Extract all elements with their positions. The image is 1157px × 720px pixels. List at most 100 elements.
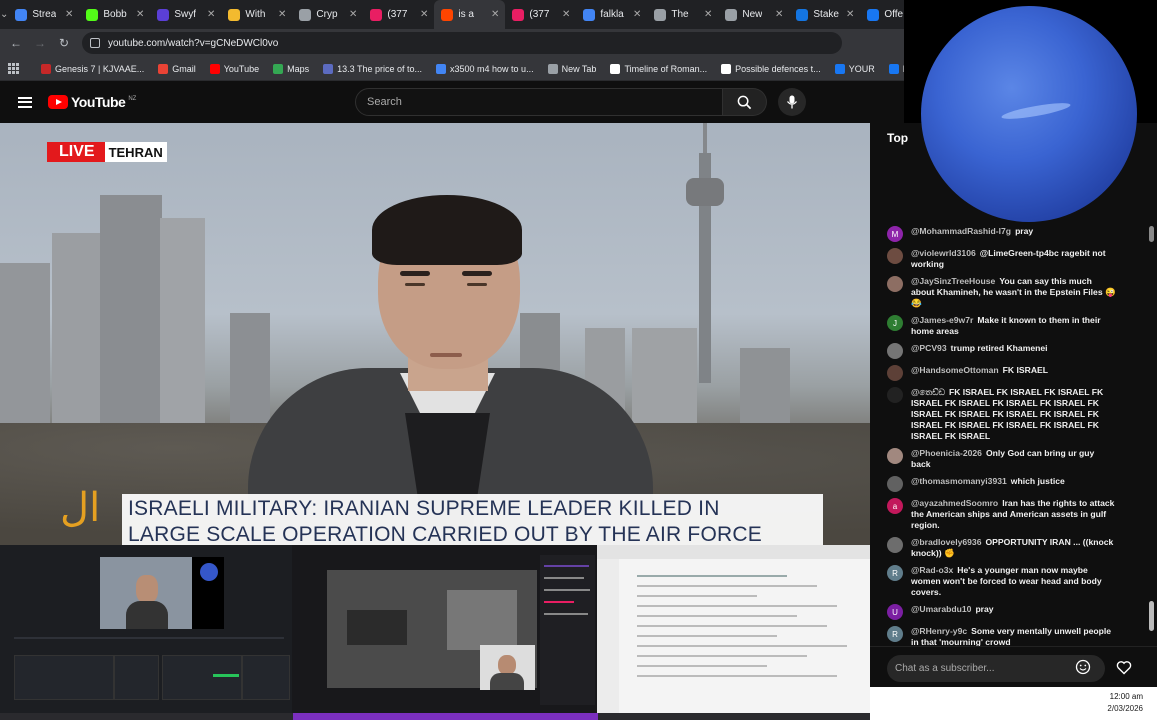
bookmark-item[interactable]: Gmail xyxy=(158,63,196,74)
bookmark-item[interactable]: Timeline of Roman... xyxy=(610,63,707,74)
bookmark-item[interactable]: 13.3 The price of to... xyxy=(323,63,422,74)
avatar[interactable] xyxy=(887,365,903,381)
chat-author[interactable]: @Phoenicia-2026 xyxy=(911,448,982,458)
browser-tab[interactable]: New ✕ xyxy=(718,0,789,29)
chat-author[interactable]: @PCV93 xyxy=(911,343,947,353)
chat-author[interactable]: @RHenry-y9c xyxy=(911,626,967,636)
scrollbar-thumb[interactable] xyxy=(1149,601,1154,631)
browser-tab[interactable]: Strea ✕ xyxy=(8,0,79,29)
close-tab-icon[interactable]: ✕ xyxy=(633,9,641,20)
voice-search-button[interactable] xyxy=(778,88,806,116)
search-input[interactable]: Search xyxy=(355,88,723,116)
close-tab-icon[interactable]: ✕ xyxy=(775,9,783,20)
avatar[interactable] xyxy=(887,248,903,264)
chat-author[interactable]: @James-e9w7r xyxy=(911,315,973,325)
browser-tab[interactable]: (377 ✕ xyxy=(505,0,576,29)
youtube-logo[interactable]: YouTube NZ xyxy=(48,94,136,110)
chat-author[interactable]: @JaySinzTreeHouse xyxy=(911,276,995,286)
tab-search-icon[interactable]: ⌄ xyxy=(0,9,8,20)
bookmark-item[interactable]: Facebook green xyxy=(888,63,904,74)
chat-author[interactable]: @ayazahmedSoomro xyxy=(911,498,998,508)
bookmark-item[interactable]: Maps xyxy=(273,63,309,74)
browser-tab[interactable]: Cryp ✕ xyxy=(292,0,363,29)
chat-author[interactable]: @Umarabdu10 xyxy=(911,604,971,614)
chat-message[interactable]: @JaySinzTreeHouse You can say this much a… xyxy=(870,273,1150,312)
chat-message[interactable]: @violewrld3106 @LimeGreen-tp4bc ragebit n… xyxy=(870,245,1150,273)
video-player[interactable]: LIVE TEHRAN ﺍﻝ ISRAELI MILITARY: IRANIAN… xyxy=(0,123,870,548)
chat-author[interactable]: @Rad-o3x xyxy=(911,565,953,575)
browser-tab[interactable]: With ✕ xyxy=(221,0,292,29)
chat-author[interactable]: @thomasmomanyi3931 xyxy=(911,476,1007,486)
chat-message[interactable]: @PCV93 trump retired Khamenei xyxy=(870,340,1150,362)
browser-tab[interactable]: falkla ✕ xyxy=(576,0,647,29)
close-tab-icon[interactable]: ✕ xyxy=(278,9,286,20)
browser-tab[interactable]: Swyf ✕ xyxy=(150,0,221,29)
close-tab-icon[interactable]: ✕ xyxy=(420,9,428,20)
chat-scrollbar[interactable] xyxy=(1149,226,1155,636)
chat-author[interactable]: @HandsomeOttoman xyxy=(911,365,999,375)
avatar[interactable]: R xyxy=(887,565,903,581)
close-tab-icon[interactable]: ✕ xyxy=(349,9,357,20)
close-tab-icon[interactable]: ✕ xyxy=(136,9,144,20)
close-tab-icon[interactable]: ✕ xyxy=(65,9,73,20)
bookmark-item[interactable]: Possible defences t... xyxy=(721,63,821,74)
avatar[interactable] xyxy=(887,537,903,553)
site-info-icon[interactable] xyxy=(90,38,100,48)
chat-message[interactable]: @තෙඩ්ඩ FK ISRAEL FK ISRAEL FK ISRAEL FK I… xyxy=(870,384,1150,445)
chat-author[interactable]: @තෙඩ්ඩ xyxy=(911,387,945,397)
close-tab-icon[interactable]: ✕ xyxy=(704,9,712,20)
chat-message[interactable]: M @MohammadRashid-l7g pray xyxy=(870,223,1150,245)
chat-message[interactable]: J @James-e9w7r Make it known to them in th… xyxy=(870,312,1150,340)
apps-icon[interactable] xyxy=(8,62,19,75)
bookmark-item[interactable]: x3500 m4 how to u... xyxy=(436,63,534,74)
avatar[interactable]: J xyxy=(887,315,903,331)
chat-message[interactable]: R @Rad-o3x He's a younger man now maybe wo… xyxy=(870,562,1150,601)
avatar[interactable] xyxy=(887,476,903,492)
avatar[interactable] xyxy=(887,448,903,464)
emoji-icon[interactable] xyxy=(1075,659,1091,675)
chat-mode-label[interactable]: Top xyxy=(887,131,908,145)
chat-message[interactable]: @HandsomeOttoman FK ISRAEL xyxy=(870,362,1150,384)
avatar[interactable]: R xyxy=(887,626,903,642)
chat-message-content: @violewrld3106 @LimeGreen-tp4bc ragebit n… xyxy=(911,248,1116,270)
close-tab-icon[interactable]: ✕ xyxy=(491,9,499,20)
avatar[interactable] xyxy=(887,276,903,292)
close-tab-icon[interactable]: ✕ xyxy=(207,9,215,20)
close-tab-icon[interactable]: ✕ xyxy=(846,9,854,20)
avatar[interactable]: a xyxy=(887,498,903,514)
browser-tab[interactable]: (377 ✕ xyxy=(363,0,434,29)
browser-tab[interactable]: Stake ✕ xyxy=(789,0,860,29)
heart-icon[interactable] xyxy=(1116,660,1132,675)
bookmark-item[interactable]: YOUR xyxy=(834,63,875,74)
scrollbar-top[interactable] xyxy=(1149,226,1154,242)
chat-author[interactable]: @MohammadRashid-l7g xyxy=(911,226,1011,236)
avatar[interactable]: U xyxy=(887,604,903,620)
tab-favicon-icon xyxy=(86,8,99,21)
chat-author[interactable]: @bradlovely6936 xyxy=(911,537,981,547)
browser-tab[interactable]: Bobb ✕ xyxy=(79,0,150,29)
chat-message[interactable]: @bradlovely6936 OPPORTUNITY IRAN ... ((kn… xyxy=(870,534,1150,562)
menu-icon[interactable] xyxy=(18,96,32,108)
chat-author[interactable]: @violewrld3106 xyxy=(911,248,976,258)
close-tab-icon[interactable]: ✕ xyxy=(562,9,570,20)
search-button[interactable] xyxy=(723,88,767,116)
chat-input[interactable]: Chat as a subscriber... xyxy=(887,655,1105,682)
avatar[interactable]: M xyxy=(887,226,903,242)
chat-message[interactable]: @thomasmomanyi3931 which justice xyxy=(870,473,1150,495)
avatar[interactable] xyxy=(887,387,903,403)
bookmark-item[interactable]: New Tab xyxy=(547,63,596,74)
bookmark-item[interactable]: Genesis 7 | KJVAAE... xyxy=(41,63,144,74)
chat-message[interactable]: @Phoenicia-2026 Only God can bring ur guy… xyxy=(870,445,1150,473)
chat-message[interactable]: U @Umarabdu10 pray xyxy=(870,601,1150,623)
browser-tab[interactable]: Offe✕ xyxy=(860,0,904,29)
chat-message[interactable]: a @ayazahmedSoomro Iran has the rights to … xyxy=(870,495,1150,534)
bookmark-item[interactable]: YouTube xyxy=(209,63,259,74)
system-clock[interactable]: 12:00 am 2/03/2026 xyxy=(1107,691,1143,715)
browser-tab[interactable]: is a ✕ xyxy=(434,0,506,29)
browser-tab[interactable]: The ✕ xyxy=(647,0,718,29)
back-icon[interactable]: ← xyxy=(4,36,28,50)
reload-icon[interactable]: ↻ xyxy=(52,36,76,50)
url-field[interactable]: youtube.com/watch?v=gCNeDWCl0vo xyxy=(82,32,842,54)
forward-icon[interactable]: → xyxy=(28,36,52,50)
avatar[interactable] xyxy=(887,343,903,359)
